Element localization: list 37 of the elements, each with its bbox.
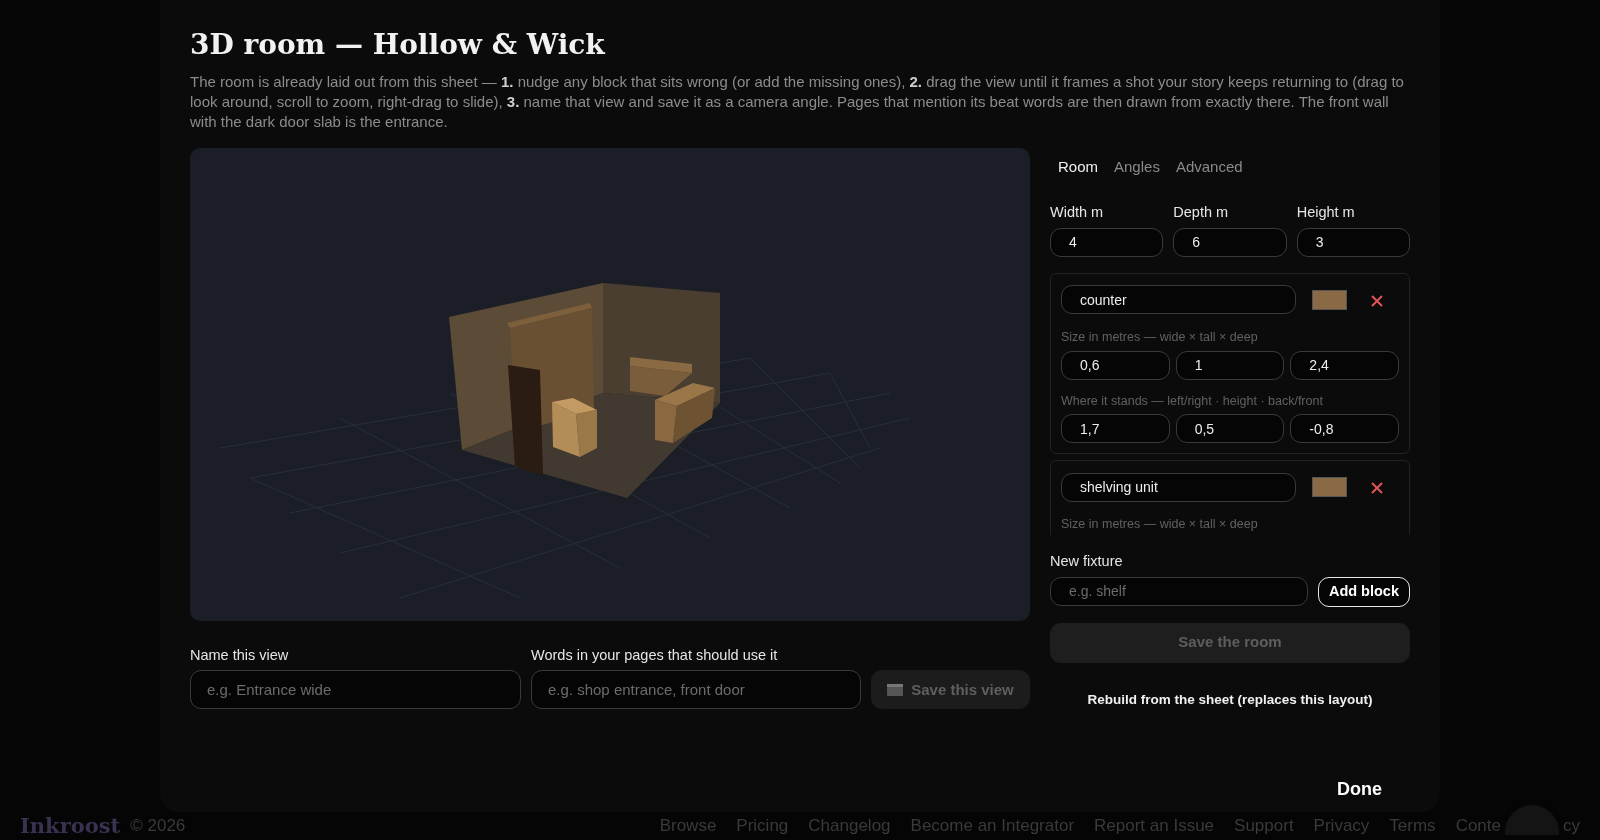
done-button[interactable]: Done (1331, 774, 1388, 804)
size-field[interactable]: 3 (1296, 227, 1410, 257)
field-label: Words in your pages that should use it (531, 645, 779, 665)
size-field[interactable]: 0,6 (1061, 350, 1170, 380)
close-icon (1371, 482, 1383, 495)
field-label: Name this view (190, 645, 290, 665)
dialog-title: 3D room — Hollow & Wick (190, 28, 606, 62)
color-swatch[interactable] (1312, 289, 1347, 310)
close-icon (1371, 294, 1383, 307)
field-hint: Size in metres — wide × tall × deep (1061, 328, 1259, 346)
fixture-name-field[interactable]: counter (1061, 285, 1296, 315)
add-block-button[interactable]: Add block (1317, 576, 1410, 607)
size-field[interactable]: 1 (1175, 350, 1285, 380)
position-field[interactable]: -0,8 (1290, 414, 1399, 444)
clapperboard-icon (887, 683, 904, 696)
size-field[interactable]: 6 (1173, 227, 1287, 257)
tab[interactable]: Advanced (1167, 155, 1251, 179)
tab[interactable]: Angles (1106, 155, 1168, 179)
size-field[interactable]: 2,4 (1290, 350, 1399, 380)
intro-paragraph: The room is already laid out from this sheet — 1. nudge any block that sits wrong (or add the missing ones), 2. drag the view until it frames a shot your story keeps returning to (drag to look around, scroll to zoom, right-drag to slide), 3. name that view and save it as a camera angle. Pages that mention its beat words are then drawn from exactly there. The front wall with the dark door slab is the entrance. (190, 71, 1405, 132)
view-name-field[interactable]: e.g. Entrance wide (190, 670, 521, 710)
color-swatch[interactable] (1312, 477, 1347, 498)
field-label: Depth m (1173, 203, 1230, 223)
field-label: Width m (1050, 203, 1105, 223)
field-hint: Size in metres — wide × tall × deep (1061, 516, 1259, 534)
size-field[interactable]: 4 (1050, 227, 1164, 257)
tab[interactable]: Room (1050, 155, 1106, 179)
field-label: New fixture (1050, 551, 1124, 571)
new-fixture-field[interactable]: e.g. shelf (1050, 576, 1308, 606)
rebuild-link[interactable]: Rebuild from the sheet (replaces this layout) (1081, 688, 1379, 711)
room-viewport[interactable] (190, 147, 1030, 621)
field-hint: Where it stands — left/right · height · back/front (1061, 392, 1324, 410)
position-field[interactable]: 0,5 (1175, 414, 1285, 444)
position-field[interactable]: 1,7 (1061, 414, 1170, 444)
field-label: Height m (1296, 203, 1356, 223)
view-words-field[interactable]: e.g. shop entrance, front door (531, 670, 861, 710)
fixture-name-field[interactable]: shelving unit (1061, 472, 1296, 502)
